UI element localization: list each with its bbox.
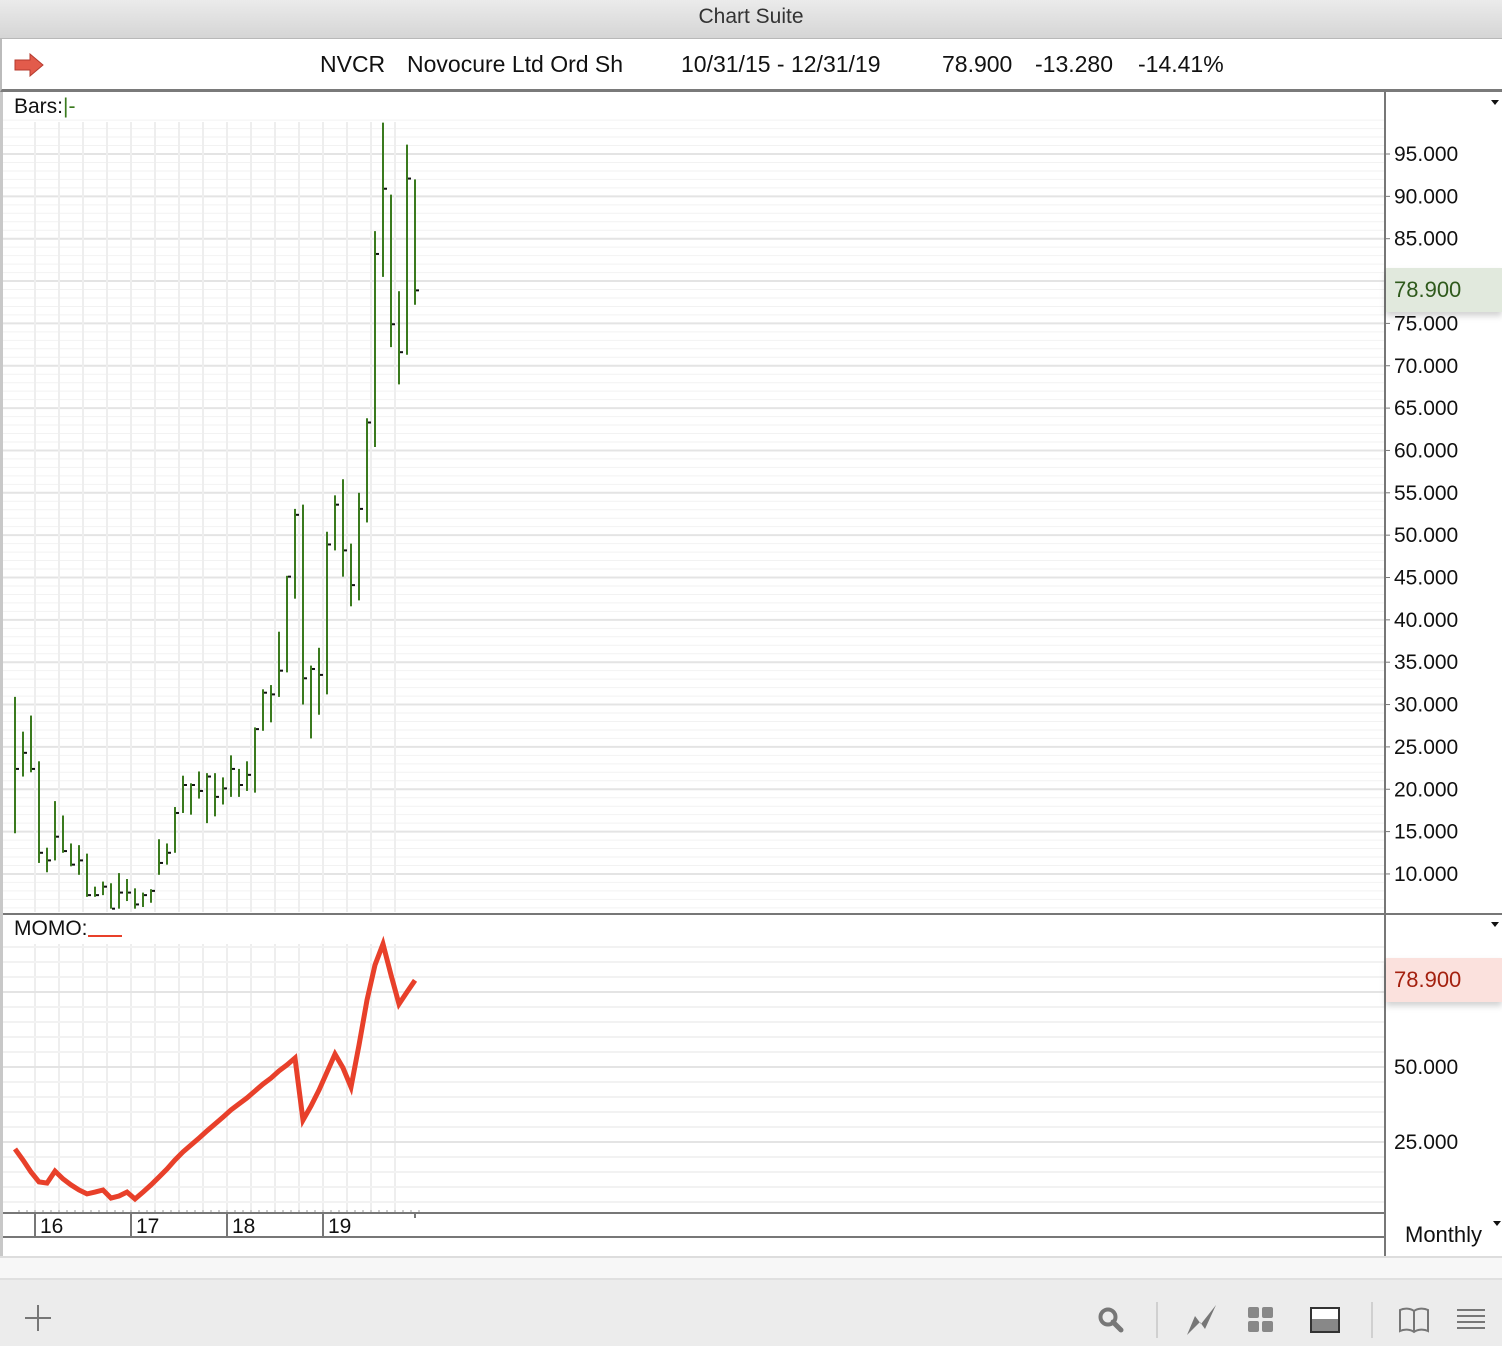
toolbar-separator xyxy=(1156,1302,1158,1338)
axis-separator xyxy=(1384,92,1386,1257)
panel-divider[interactable] xyxy=(3,913,1502,915)
y-tick-label: 75.000 xyxy=(1394,312,1458,335)
y-tick-label: 95.000 xyxy=(1394,143,1458,166)
period-dropdown-icon[interactable] xyxy=(1493,1221,1501,1226)
x-tick-label: 17 xyxy=(136,1215,159,1238)
y-tick-label: 45.000 xyxy=(1394,567,1458,590)
plus-icon[interactable] xyxy=(24,1304,52,1332)
bottom-toolbar xyxy=(0,1280,1502,1346)
y-tick-label: 10.000 xyxy=(1394,863,1458,886)
y-tick-label: 55.000 xyxy=(1394,482,1458,505)
status-strip xyxy=(0,1258,1502,1280)
momo-y-tick-label: 50.000 xyxy=(1394,1056,1458,1079)
momo-panel-menu-icon[interactable] xyxy=(1491,922,1499,927)
y-tick-label: 65.000 xyxy=(1394,397,1458,420)
momo-last-value-label: 78.900 xyxy=(1386,958,1502,1002)
list-icon[interactable] xyxy=(1456,1308,1486,1330)
y-tick-label: 70.000 xyxy=(1394,355,1458,378)
x-tick-label: 16 xyxy=(40,1215,63,1238)
price-panel-title: Bars: xyxy=(14,95,64,118)
line-chart-icon[interactable] xyxy=(1185,1302,1219,1336)
y-tick-label: 40.000 xyxy=(1394,609,1458,632)
y-tick-label: 20.000 xyxy=(1394,778,1458,801)
momo-line xyxy=(12,935,418,1203)
momo-panel-title: MOMO: xyxy=(14,917,88,940)
y-tick-label: 85.000 xyxy=(1394,228,1458,251)
y-tick-label: 30.000 xyxy=(1394,694,1458,717)
x-axis-top-line xyxy=(3,1212,1385,1214)
y-tick-label: 25.000 xyxy=(1394,736,1458,759)
period-selector[interactable]: Monthly xyxy=(1405,1222,1482,1248)
chart-canvas[interactable]: 10.000 15.000 20.000 25.000 30.000 35.000 40.0… xyxy=(0,0,1502,1346)
book-icon[interactable] xyxy=(1398,1306,1430,1334)
y-tick-label: 50.000 xyxy=(1394,524,1458,547)
left-edge xyxy=(0,92,3,1257)
search-icon[interactable] xyxy=(1097,1306,1125,1334)
panel-icon[interactable] xyxy=(1310,1307,1340,1333)
momo-y-tick-label: 25.000 xyxy=(1394,1131,1458,1154)
bars-style-glyph: |- xyxy=(63,95,76,118)
momo-line-swatch xyxy=(87,935,122,937)
x-axis-bottom-line xyxy=(3,1236,1385,1238)
price-panel-label: Bars:|- xyxy=(14,95,75,119)
x-tick-label: 18 xyxy=(232,1215,255,1238)
price-last-value-label: 78.900 xyxy=(1386,268,1502,312)
y-tick-label: 90.000 xyxy=(1394,185,1458,208)
x-tick-label: 19 xyxy=(328,1215,351,1238)
y-tick-label: 35.000 xyxy=(1394,651,1458,674)
price-panel-menu-icon[interactable] xyxy=(1491,100,1499,105)
momo-panel-label: MOMO: xyxy=(14,917,122,941)
y-tick-label: 60.000 xyxy=(1394,439,1458,462)
y-tick-label: 15.000 xyxy=(1394,821,1458,844)
toolbar-separator xyxy=(1371,1302,1373,1338)
grid-icon[interactable] xyxy=(1247,1306,1275,1334)
